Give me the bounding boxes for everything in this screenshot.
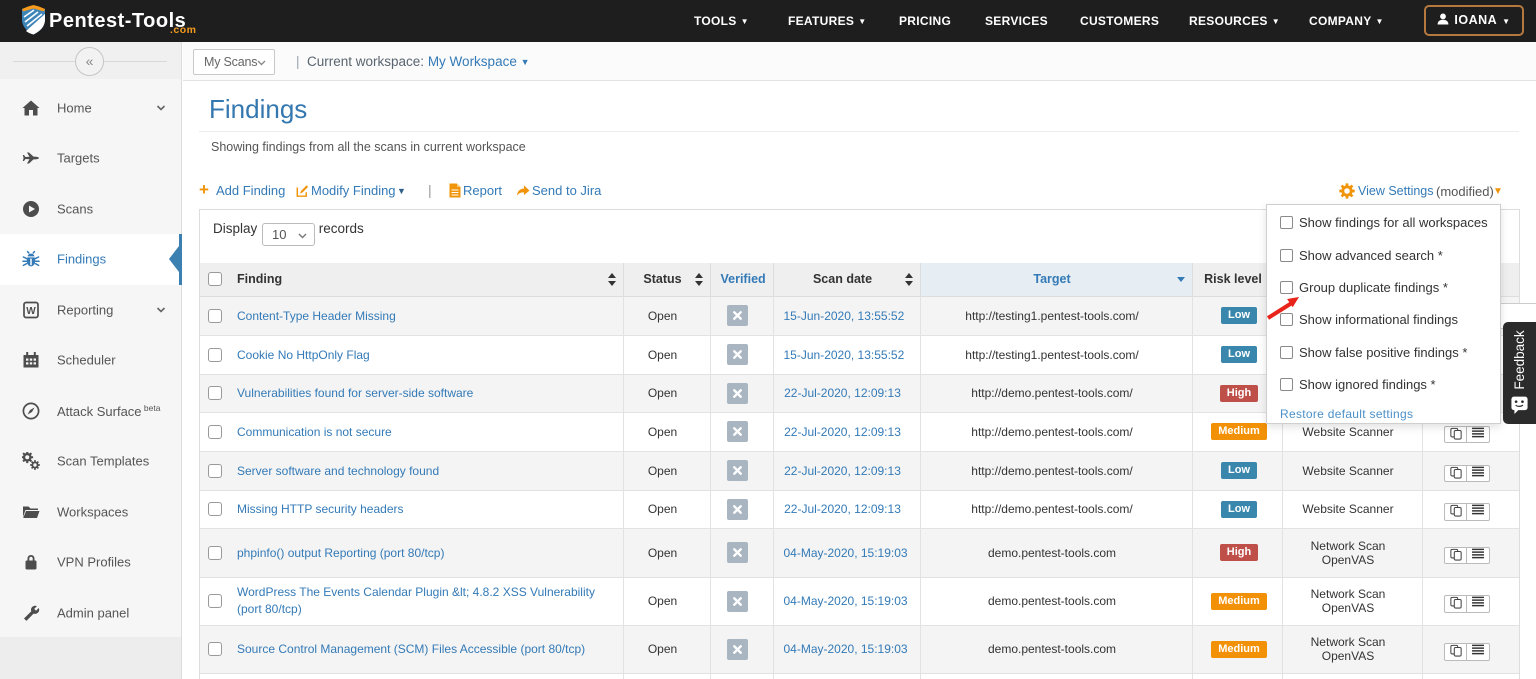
svg-text:W: W: [26, 306, 36, 317]
